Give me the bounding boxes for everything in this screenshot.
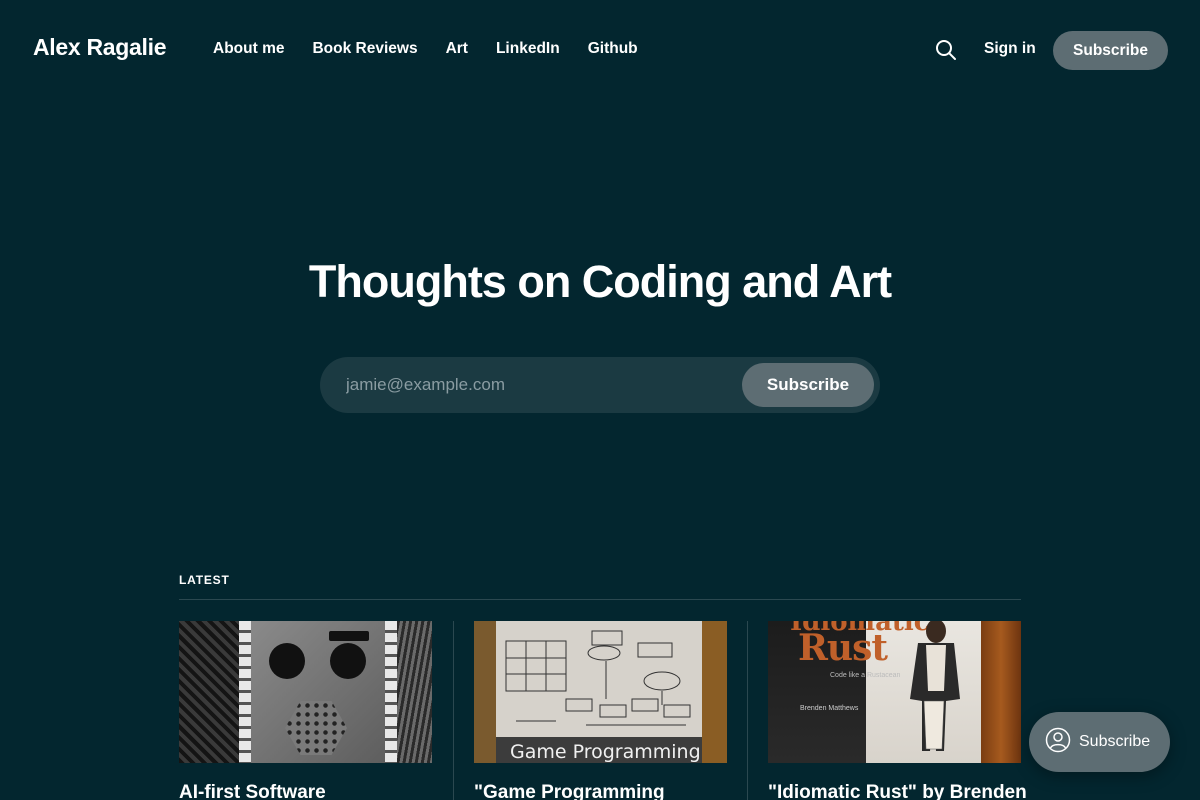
- post-thumbnail[interactable]: [179, 621, 432, 763]
- email-input[interactable]: [320, 357, 740, 413]
- portal-subscribe-button[interactable]: Subscribe: [1029, 712, 1170, 772]
- illustration-figure: [910, 621, 960, 751]
- post-card[interactable]: Idiomatic Rust Code like a Rustacean Bre…: [768, 621, 1027, 800]
- thumbnail-book-author: Brenden Matthews: [800, 705, 859, 712]
- post-thumbnail[interactable]: Game Programming: [474, 621, 727, 763]
- nav-art[interactable]: Art: [446, 40, 468, 58]
- post-title[interactable]: "Game Programming: [474, 782, 744, 800]
- latest-divider: [179, 599, 1021, 600]
- user-icon: [1045, 727, 1071, 758]
- thumbnail-book-subtitle: Code like a Rustacean: [830, 672, 901, 679]
- post-card[interactable]: AI-first Software: [179, 621, 432, 800]
- site-header: Alex Ragalie About me Book Reviews Art L…: [0, 0, 1200, 100]
- hero-title: Thoughts on Coding and Art: [308, 256, 892, 307]
- hero-subscribe-button[interactable]: Subscribe: [742, 363, 874, 407]
- site-brand[interactable]: Alex Ragalie: [33, 34, 166, 61]
- nav-github[interactable]: Github: [588, 40, 638, 58]
- post-title[interactable]: "Idiomatic Rust" by Brenden: [768, 782, 1038, 800]
- nav-book-reviews[interactable]: Book Reviews: [312, 40, 417, 58]
- latest-section-label: LATEST: [179, 573, 230, 587]
- nav-linkedin[interactable]: LinkedIn: [496, 40, 560, 58]
- sign-in-link[interactable]: Sign in: [984, 40, 1036, 58]
- subscribe-form: Subscribe: [320, 357, 880, 413]
- card-divider: [453, 621, 454, 800]
- header-subscribe-button[interactable]: Subscribe: [1053, 31, 1168, 70]
- nav-about-me[interactable]: About me: [213, 40, 284, 58]
- thumbnail-caption: Game Programming: [510, 741, 701, 763]
- post-title[interactable]: AI-first Software: [179, 782, 449, 800]
- main-nav: About me Book Reviews Art LinkedIn Githu…: [213, 40, 638, 58]
- post-thumbnail[interactable]: Idiomatic Rust Code like a Rustacean Bre…: [768, 621, 1021, 763]
- thumbnail-book-title: Rust: [798, 627, 888, 669]
- portal-label: Subscribe: [1079, 733, 1151, 750]
- card-divider: [747, 621, 748, 800]
- search-icon[interactable]: [935, 39, 957, 61]
- post-card[interactable]: Game Programming "Game Programming: [474, 621, 727, 800]
